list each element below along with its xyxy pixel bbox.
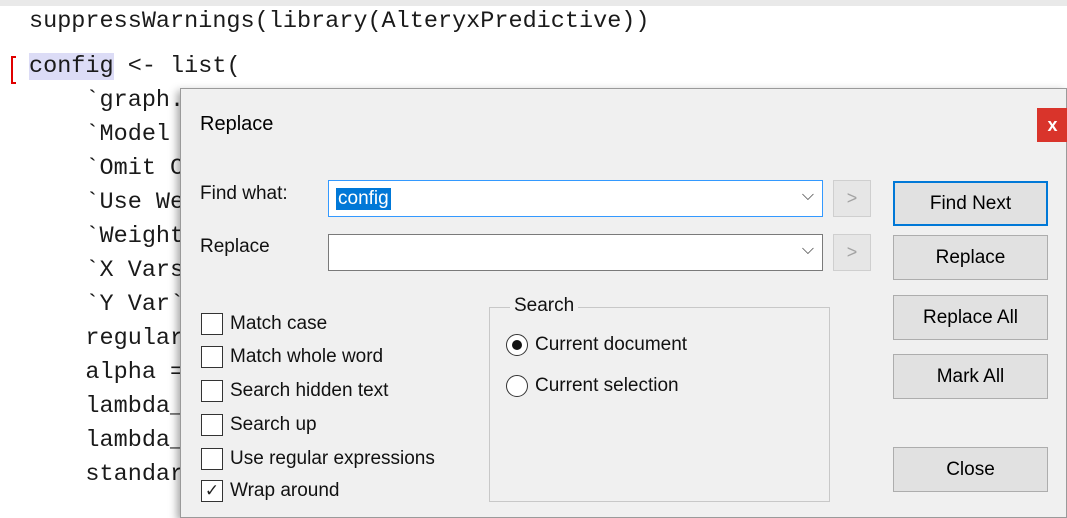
current-document-option[interactable]: Current document (506, 330, 687, 360)
code-text: standar (29, 461, 185, 488)
replace-history-button[interactable]: > (833, 234, 871, 271)
wrap-around-option[interactable]: ✓ Wrap around (201, 476, 340, 506)
checkbox-label: Match whole word (230, 346, 384, 367)
check-icon[interactable]: ✓ (201, 480, 223, 502)
checkbox[interactable] (201, 414, 223, 436)
replace-input[interactable]: ⌵ (328, 234, 823, 271)
code-line[interactable]: lambda_ (29, 390, 184, 424)
code-text: `Y Var` (29, 291, 185, 318)
current-selection-option[interactable]: Current selection (506, 371, 679, 401)
close-icon[interactable]: x (1037, 108, 1067, 142)
close-button[interactable]: Close (893, 447, 1048, 492)
find-next-button[interactable]: Find Next (893, 181, 1048, 226)
checkbox-label: Wrap around (230, 480, 340, 501)
code-line[interactable]: suppressWarnings(library(AlteryxPredicti… (29, 5, 650, 39)
radio-label: Current document (535, 334, 688, 355)
code-text: `X Vars (29, 257, 185, 284)
code-line[interactable]: `Model (29, 118, 184, 152)
replace-button[interactable]: Replace (893, 235, 1048, 280)
code-line[interactable]: `graph. (29, 84, 184, 118)
mark-all-button[interactable]: Mark All (893, 354, 1048, 399)
replace-label: Replace (200, 236, 270, 257)
radio-button[interactable] (506, 334, 528, 356)
code-line[interactable]: `Omit C (29, 152, 184, 186)
replace-all-button[interactable]: Replace All (893, 295, 1048, 340)
find-what-value: config (336, 188, 391, 210)
code-line[interactable]: standar (29, 458, 184, 492)
code-line[interactable]: config <- list( (29, 50, 241, 84)
search-highlight: config (29, 53, 114, 80)
code-line[interactable]: `Weight (29, 220, 184, 254)
search-scope-group: Search Current document Current selectio… (489, 295, 830, 502)
code-line[interactable]: alpha = (29, 356, 184, 390)
code-text: regular (29, 325, 185, 352)
code-text: `Use We (29, 189, 185, 216)
code-text: alpha = (29, 359, 185, 386)
search-group-label: Search (510, 295, 579, 317)
code-text: lambda_ (29, 393, 185, 420)
checkbox[interactable] (201, 380, 223, 402)
dialog-title: Replace (200, 113, 274, 135)
radio-label: Current selection (535, 375, 679, 396)
chevron-down-icon[interactable]: ⌵ (802, 187, 814, 205)
code-text: `graph. (29, 87, 185, 114)
checkbox-label: Search up (230, 414, 317, 435)
code-text: `Omit C (29, 155, 185, 182)
code-text: lambda_ (29, 427, 185, 454)
checkbox[interactable] (201, 346, 223, 368)
chevron-down-icon[interactable]: ⌵ (802, 241, 814, 259)
checkbox[interactable] (201, 313, 223, 335)
code-line[interactable]: lambda_ (29, 424, 184, 458)
match-whole-word-option[interactable]: Match whole word (201, 342, 383, 372)
code-text: <- list( (113, 53, 241, 80)
code-text: `Model (29, 121, 185, 148)
text-caret-marker (11, 56, 16, 84)
checkbox-label: Use regular expressions (230, 448, 435, 469)
find-history-button[interactable]: > (833, 180, 871, 217)
code-line[interactable]: `X Vars (29, 254, 184, 288)
match-case-option[interactable]: Match case (201, 309, 327, 339)
radio-button[interactable] (506, 375, 528, 397)
code-line[interactable]: regular (29, 322, 184, 356)
checkbox-label: Search hidden text (230, 380, 389, 401)
use-regex-option[interactable]: Use regular expressions (201, 444, 435, 474)
checkbox-label: Match case (230, 313, 328, 334)
search-hidden-text-option[interactable]: Search hidden text (201, 376, 388, 406)
code-text: `Weight (29, 223, 185, 250)
code-line[interactable]: `Use We (29, 186, 184, 220)
replace-dialog: Replace x Find what: config ⌵ > Replace … (180, 88, 1067, 518)
checkbox[interactable] (201, 448, 223, 470)
code-line[interactable]: `Y Var` (29, 288, 184, 322)
code-text: suppressWarnings(library(AlteryxPredicti… (29, 8, 650, 35)
search-up-option[interactable]: Search up (201, 410, 317, 440)
find-what-label: Find what: (200, 183, 288, 204)
find-what-input[interactable]: config ⌵ (328, 180, 823, 217)
